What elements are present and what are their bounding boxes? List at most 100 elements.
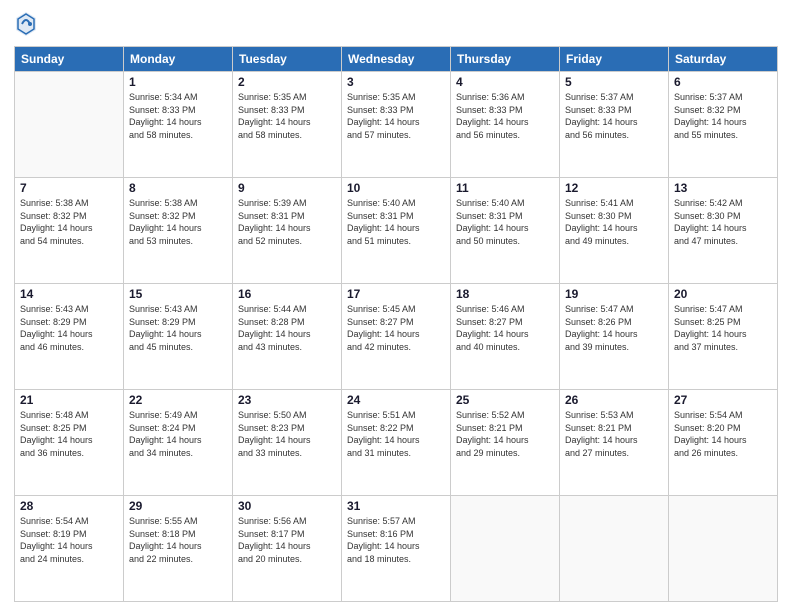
calendar-cell (15, 72, 124, 178)
day-info: Sunrise: 5:55 AM Sunset: 8:18 PM Dayligh… (129, 515, 227, 565)
calendar-cell (560, 496, 669, 602)
calendar-page: SundayMondayTuesdayWednesdayThursdayFrid… (0, 0, 792, 612)
day-number: 16 (238, 287, 336, 301)
day-info: Sunrise: 5:53 AM Sunset: 8:21 PM Dayligh… (565, 409, 663, 459)
calendar-cell: 2 Sunrise: 5:35 AM Sunset: 8:33 PM Daylig… (233, 72, 342, 178)
weekday-header-saturday: Saturday (669, 47, 778, 72)
weekday-header-monday: Monday (124, 47, 233, 72)
day-number: 2 (238, 75, 336, 89)
calendar-cell: 26Sunrise: 5:53 AM Sunset: 8:21 PM Dayli… (560, 390, 669, 496)
calendar-cell: 5 Sunrise: 5:37 AM Sunset: 8:33 PM Daylig… (560, 72, 669, 178)
week-row-3: 14 Sunrise: 5:43 AM Sunset: 8:29 PM Dayli… (15, 284, 778, 390)
day-number: 1 (129, 75, 227, 89)
day-number: 31 (347, 499, 445, 513)
day-info: Sunrise: 5:43 AM Sunset: 8:29 PM Dayligh… (20, 303, 118, 353)
calendar-cell: 14 Sunrise: 5:43 AM Sunset: 8:29 PM Dayli… (15, 284, 124, 390)
day-number: 4 (456, 75, 554, 89)
calendar-cell: 29 Sunrise: 5:55 AM Sunset: 8:18 PM Dayli… (124, 496, 233, 602)
day-info: Sunrise: 5:37 AM Sunset: 8:33 PM Dayligh… (565, 91, 663, 141)
calendar-cell: 30 Sunrise: 5:56 AM Sunset: 8:17 PM Dayli… (233, 496, 342, 602)
logo (14, 10, 42, 38)
day-info: Sunrise: 5:47 AM Sunset: 8:26 PM Dayligh… (565, 303, 663, 353)
weekday-header-wednesday: Wednesday (342, 47, 451, 72)
calendar-cell: 1 Sunrise: 5:34 AM Sunset: 8:33 PM Daylig… (124, 72, 233, 178)
day-info: Sunrise: 5:51 AM Sunset: 8:22 PM Dayligh… (347, 409, 445, 459)
day-number: 22 (129, 393, 227, 407)
day-info: Sunrise: 5:54 AM Sunset: 8:20 PM Dayligh… (674, 409, 772, 459)
calendar-cell: 27 Sunrise: 5:54 AM Sunset: 8:20 PM Dayli… (669, 390, 778, 496)
day-info: Sunrise: 5:46 AM Sunset: 8:27 PM Dayligh… (456, 303, 554, 353)
calendar-cell: 20 Sunrise: 5:47 AM Sunset: 8:25 PM Dayli… (669, 284, 778, 390)
day-number: 7 (20, 181, 118, 195)
calendar-cell: 10 Sunrise: 5:40 AM Sunset: 8:31 PM Dayli… (342, 178, 451, 284)
calendar-cell: 12 Sunrise: 5:41 AM Sunset: 8:30 PM Dayli… (560, 178, 669, 284)
calendar-cell: 15 Sunrise: 5:43 AM Sunset: 8:29 PM Dayli… (124, 284, 233, 390)
calendar-cell: 9 Sunrise: 5:39 AM Sunset: 8:31 PM Daylig… (233, 178, 342, 284)
calendar-cell: 19 Sunrise: 5:47 AM Sunset: 8:26 PM Dayli… (560, 284, 669, 390)
day-number: 6 (674, 75, 772, 89)
day-number: 10 (347, 181, 445, 195)
day-info: Sunrise: 5:56 AM Sunset: 8:17 PM Dayligh… (238, 515, 336, 565)
day-info: Sunrise: 5:45 AM Sunset: 8:27 PM Dayligh… (347, 303, 445, 353)
calendar-cell: 17 Sunrise: 5:45 AM Sunset: 8:27 PM Dayli… (342, 284, 451, 390)
day-info: Sunrise: 5:43 AM Sunset: 8:29 PM Dayligh… (129, 303, 227, 353)
calendar-cell: 13 Sunrise: 5:42 AM Sunset: 8:30 PM Dayli… (669, 178, 778, 284)
day-info: Sunrise: 5:34 AM Sunset: 8:33 PM Dayligh… (129, 91, 227, 141)
calendar-cell (669, 496, 778, 602)
day-info: Sunrise: 5:52 AM Sunset: 8:21 PM Dayligh… (456, 409, 554, 459)
day-number: 27 (674, 393, 772, 407)
day-info: Sunrise: 5:40 AM Sunset: 8:31 PM Dayligh… (347, 197, 445, 247)
week-row-2: 7 Sunrise: 5:38 AM Sunset: 8:32 PM Daylig… (15, 178, 778, 284)
day-number: 11 (456, 181, 554, 195)
day-number: 8 (129, 181, 227, 195)
calendar-cell: 8 Sunrise: 5:38 AM Sunset: 8:32 PM Daylig… (124, 178, 233, 284)
week-row-4: 21 Sunrise: 5:48 AM Sunset: 8:25 PM Dayli… (15, 390, 778, 496)
calendar-cell: 21 Sunrise: 5:48 AM Sunset: 8:25 PM Dayli… (15, 390, 124, 496)
week-row-5: 28Sunrise: 5:54 AM Sunset: 8:19 PM Dayli… (15, 496, 778, 602)
calendar-cell: 18 Sunrise: 5:46 AM Sunset: 8:27 PM Dayli… (451, 284, 560, 390)
calendar-cell: 16 Sunrise: 5:44 AM Sunset: 8:28 PM Dayli… (233, 284, 342, 390)
day-number: 24 (347, 393, 445, 407)
day-number: 18 (456, 287, 554, 301)
weekday-header-sunday: Sunday (15, 47, 124, 72)
day-number: 30 (238, 499, 336, 513)
calendar-cell: 22 Sunrise: 5:49 AM Sunset: 8:24 PM Dayli… (124, 390, 233, 496)
calendar-cell: 24 Sunrise: 5:51 AM Sunset: 8:22 PM Dayli… (342, 390, 451, 496)
day-info: Sunrise: 5:39 AM Sunset: 8:31 PM Dayligh… (238, 197, 336, 247)
day-number: 19 (565, 287, 663, 301)
calendar-cell: 6 Sunrise: 5:37 AM Sunset: 8:32 PM Daylig… (669, 72, 778, 178)
day-info: Sunrise: 5:41 AM Sunset: 8:30 PM Dayligh… (565, 197, 663, 247)
day-number: 17 (347, 287, 445, 301)
calendar-cell: 11Sunrise: 5:40 AM Sunset: 8:31 PM Dayli… (451, 178, 560, 284)
calendar-cell: 28Sunrise: 5:54 AM Sunset: 8:19 PM Dayli… (15, 496, 124, 602)
day-number: 14 (20, 287, 118, 301)
day-number: 3 (347, 75, 445, 89)
calendar-cell: 31Sunrise: 5:57 AM Sunset: 8:16 PM Dayli… (342, 496, 451, 602)
day-number: 15 (129, 287, 227, 301)
day-info: Sunrise: 5:47 AM Sunset: 8:25 PM Dayligh… (674, 303, 772, 353)
calendar-cell: 4 Sunrise: 5:36 AM Sunset: 8:33 PM Daylig… (451, 72, 560, 178)
day-number: 12 (565, 181, 663, 195)
day-number: 9 (238, 181, 336, 195)
day-number: 5 (565, 75, 663, 89)
day-number: 29 (129, 499, 227, 513)
day-info: Sunrise: 5:44 AM Sunset: 8:28 PM Dayligh… (238, 303, 336, 353)
day-number: 13 (674, 181, 772, 195)
day-info: Sunrise: 5:35 AM Sunset: 8:33 PM Dayligh… (238, 91, 336, 141)
week-row-1: 1 Sunrise: 5:34 AM Sunset: 8:33 PM Daylig… (15, 72, 778, 178)
calendar-cell: 7Sunrise: 5:38 AM Sunset: 8:32 PM Daylig… (15, 178, 124, 284)
day-info: Sunrise: 5:38 AM Sunset: 8:32 PM Dayligh… (129, 197, 227, 247)
day-info: Sunrise: 5:37 AM Sunset: 8:32 PM Dayligh… (674, 91, 772, 141)
day-number: 23 (238, 393, 336, 407)
weekday-header-row: SundayMondayTuesdayWednesdayThursdayFrid… (15, 47, 778, 72)
day-info: Sunrise: 5:42 AM Sunset: 8:30 PM Dayligh… (674, 197, 772, 247)
day-info: Sunrise: 5:48 AM Sunset: 8:25 PM Dayligh… (20, 409, 118, 459)
day-number: 28 (20, 499, 118, 513)
day-info: Sunrise: 5:36 AM Sunset: 8:33 PM Dayligh… (456, 91, 554, 141)
day-number: 20 (674, 287, 772, 301)
day-info: Sunrise: 5:49 AM Sunset: 8:24 PM Dayligh… (129, 409, 227, 459)
day-info: Sunrise: 5:35 AM Sunset: 8:33 PM Dayligh… (347, 91, 445, 141)
day-number: 21 (20, 393, 118, 407)
weekday-header-thursday: Thursday (451, 47, 560, 72)
header (14, 10, 778, 38)
